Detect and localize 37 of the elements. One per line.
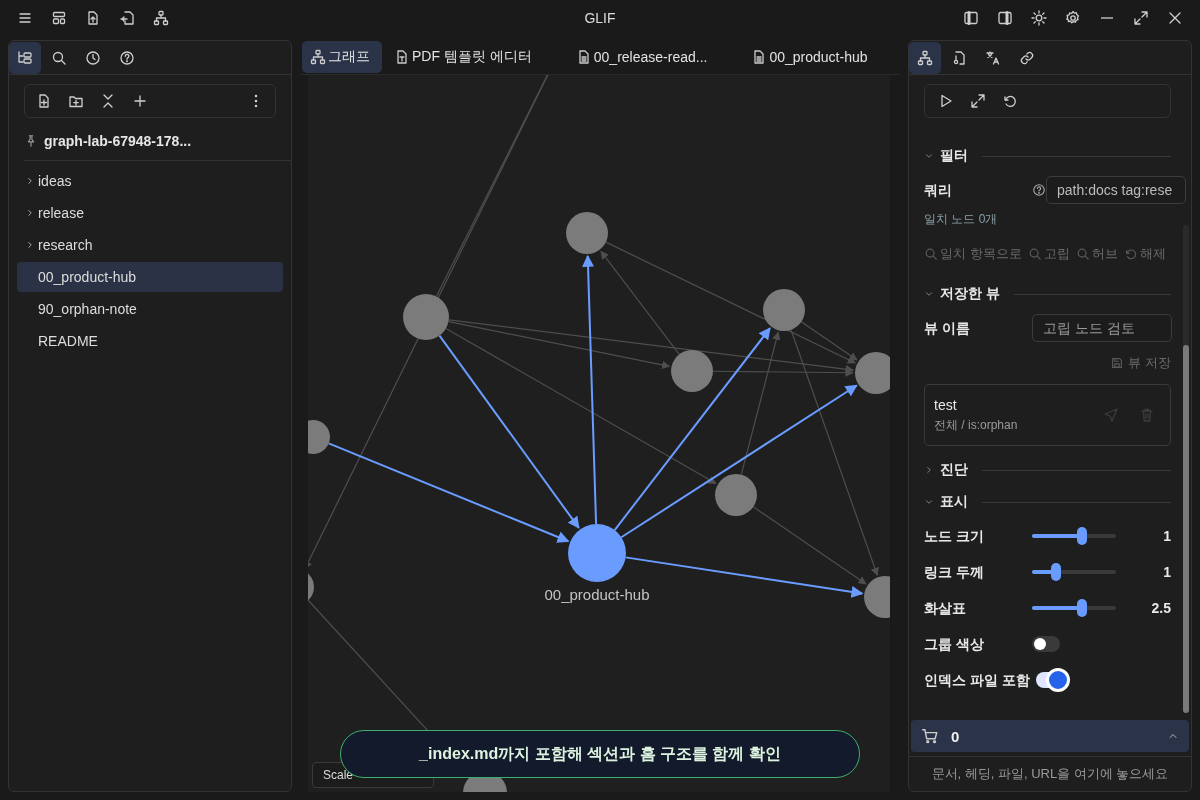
editor-tab[interactable]: 00_release-read... [567, 41, 720, 73]
view-query: 전체 / is:orphan [934, 416, 1019, 434]
section-header[interactable]: 진단 [924, 454, 1171, 486]
section-header[interactable]: 저장한 뷰 [924, 278, 1171, 310]
setting-label: 화살표 [924, 599, 967, 618]
setting-label: 링크 두께 [924, 563, 985, 582]
field-label: 뷰 이름 [924, 319, 971, 338]
setting-label: 그룹 색상 [924, 635, 985, 654]
vault-name: graph-lab-67948-178... [44, 133, 192, 149]
match-count: 일치 노드 0개 [924, 210, 999, 228]
editor-tab[interactable]: PDF 템플릿 에디터 [386, 41, 544, 73]
view-name-field[interactable]: 고립 노드 검토 [1032, 314, 1172, 342]
node-label: 00_product-hub [544, 586, 650, 603]
section-header[interactable]: 필터 [924, 140, 1171, 172]
cart-count: 0 [951, 727, 961, 745]
tree-item[interactable]: release [17, 198, 283, 228]
setting-label: 인덱스 파일 포함 [924, 671, 1030, 690]
setting-label: 노드 크기 [924, 527, 985, 546]
query-field[interactable]: path:docs tag:rese [1046, 176, 1186, 204]
graph-canvas[interactable]: 00_product-hub Scale _index.md까지 포함해 섹션과 홈 구조를 함께 확인 [308, 75, 890, 792]
section-header[interactable]: 표시 [924, 486, 1171, 518]
tree-item[interactable]: research [17, 230, 283, 260]
field-label: 쿼리 [924, 181, 953, 200]
scale-label: Scale [323, 768, 354, 782]
view-name: test [934, 396, 958, 413]
editor-tab[interactable]: 00_product-hub [743, 41, 880, 73]
drop-zone[interactable]: 문서, 헤딩, 파일, URL을 여기에 놓으세요 [909, 756, 1191, 791]
slider-value: 1 [1162, 528, 1171, 544]
window-title: GLIF [584, 10, 616, 26]
slider-value: 2.5 [1150, 600, 1171, 616]
cart-bar[interactable]: 0 [911, 720, 1189, 752]
tree-item[interactable]: README [17, 326, 283, 356]
tree-item[interactable]: 00_product-hub [17, 262, 283, 292]
tree-item[interactable]: 90_orphan-note [17, 294, 283, 324]
slider-value: 1 [1162, 564, 1171, 580]
tree-item[interactable]: ideas [17, 166, 283, 196]
editor-tab[interactable]: 그래프 [302, 41, 382, 73]
